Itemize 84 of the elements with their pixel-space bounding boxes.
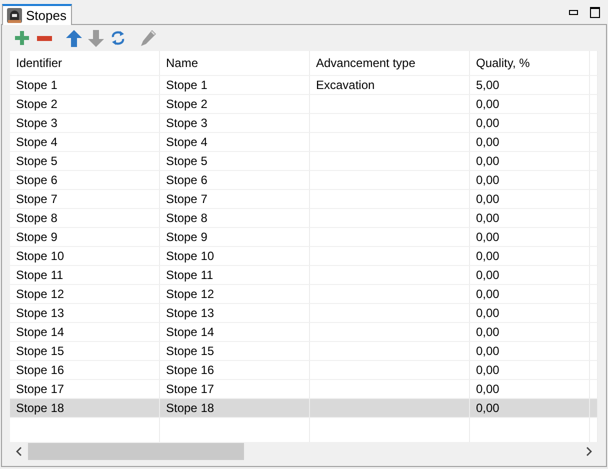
table-row[interactable]: Stope 5 Stope 5 0,00	[10, 152, 598, 171]
maximize-icon[interactable]	[590, 7, 600, 18]
table-cell: Stope 8	[160, 209, 310, 228]
table-row[interactable]: Stope 18 Stope 18 0,00	[10, 399, 598, 418]
column-header[interactable]: Identifier	[10, 51, 160, 75]
scroll-left-icon[interactable]	[16, 447, 22, 456]
table-cell: Stope 5	[10, 152, 160, 171]
column-header[interactable]: Advancement type	[310, 51, 470, 75]
column-header[interactable]: Quality, %	[470, 51, 590, 75]
table-cell: 0,00	[470, 228, 590, 247]
table-row[interactable]: Stope 7 Stope 7 0,00	[10, 190, 598, 209]
table-cell: Stope 11	[160, 266, 310, 285]
table-row[interactable]: Stope 12 Stope 12 0,00	[10, 285, 598, 304]
table-cell: Stope 4	[10, 133, 160, 152]
table-cell: Stope 12	[160, 285, 310, 304]
table-cell: Stope 1	[160, 76, 310, 95]
table-cell: 5,00	[470, 76, 590, 95]
table-cell: Stope 15	[10, 342, 160, 361]
add-icon[interactable]	[15, 31, 29, 45]
table-row[interactable]: Stope 11 Stope 11 0,00	[10, 266, 598, 285]
remove-icon[interactable]	[36, 36, 52, 40]
table-cell: 0,00	[470, 190, 590, 209]
table-cell: 0,00	[470, 361, 590, 380]
table-row[interactable]: Stope 16 Stope 16 0,00	[10, 361, 598, 380]
table-cell: Stope 7	[10, 190, 160, 209]
table-cell: 0,00	[470, 247, 590, 266]
table-cell: Stope 7	[160, 190, 310, 209]
table-row[interactable]: Stope 2 Stope 2 0,00	[10, 95, 598, 114]
table-cell: Stope 14	[160, 323, 310, 342]
table-cell: 0,00	[470, 323, 590, 342]
stopes-tab[interactable]: Stopes	[2, 4, 72, 25]
table-cell: Stope 2	[10, 95, 160, 114]
refresh-icon[interactable]	[111, 30, 125, 46]
minimize-icon[interactable]	[569, 10, 578, 15]
table-cell: 0,00	[470, 114, 590, 133]
table-row[interactable]: Stope 6 Stope 6 0,00	[10, 171, 598, 190]
column-header[interactable]: Name	[160, 51, 310, 75]
table-cell: 0,00	[470, 171, 590, 190]
table-cell: Excavation	[310, 76, 470, 95]
table-cell: Stope 11	[10, 266, 160, 285]
table-cell: Stope 9	[10, 228, 160, 247]
table-row[interactable]: Stope 1 Stope 1 Excavation 5,00	[10, 76, 598, 95]
arrow-up-icon[interactable]	[66, 30, 82, 46]
table-cell: 0,00	[470, 399, 590, 418]
table-cell: Stope 10	[160, 247, 310, 266]
table-cell: Stope 2	[160, 95, 310, 114]
table-cell: Stope 8	[10, 209, 160, 228]
table-cell: Stope 4	[160, 133, 310, 152]
tunnel-icon	[7, 8, 22, 23]
table-cell: 0,00	[470, 304, 590, 323]
table-cell: Stope 18	[160, 399, 310, 418]
table-row[interactable]: Stope 3 Stope 3 0,00	[10, 114, 598, 133]
table-row[interactable]: Stope 14 Stope 14 0,00	[10, 323, 598, 342]
table-cell: 0,00	[470, 285, 590, 304]
table-cell: 0,00	[470, 209, 590, 228]
table-row[interactable]: Stope 8 Stope 8 0,00	[10, 209, 598, 228]
table-cell: Stope 6	[10, 171, 160, 190]
scroll-right-icon[interactable]	[586, 447, 592, 456]
table-cell: 0,00	[470, 342, 590, 361]
table-cell: 0,00	[470, 133, 590, 152]
table-row[interactable]: Stope 4 Stope 4 0,00	[10, 133, 598, 152]
table-cell: Stope 1	[10, 76, 160, 95]
table-row[interactable]: Stope 9 Stope 9 0,00	[10, 228, 598, 247]
table-cell: Stope 10	[10, 247, 160, 266]
table-cell: Stope 16	[160, 361, 310, 380]
table-cell: Stope 16	[10, 361, 160, 380]
table-cell: 0,00	[470, 152, 590, 171]
table-cell: Stope 9	[160, 228, 310, 247]
table-row[interactable]: Stope 15 Stope 15 0,00	[10, 342, 598, 361]
table-cell: Stope 5	[160, 152, 310, 171]
table-cell: Stope 6	[160, 171, 310, 190]
table-row[interactable]: Stope 10 Stope 10 0,00	[10, 247, 598, 266]
table-row[interactable]: Stope 13 Stope 13 0,00	[10, 304, 598, 323]
table-cell: Stope 13	[10, 304, 160, 323]
table-cell: 0,00	[470, 266, 590, 285]
table-cell: Stope 3	[160, 114, 310, 133]
table-cell: Stope 3	[10, 114, 160, 133]
table-cell: Stope 18	[10, 399, 160, 418]
table-cell: Stope 14	[10, 323, 160, 342]
table-cell: 0,00	[470, 95, 590, 114]
scrollbar-thumb[interactable]	[28, 443, 244, 460]
table-cell: Stope 13	[160, 304, 310, 323]
table-cell: Stope 15	[160, 342, 310, 361]
table-cell: Stope 12	[10, 285, 160, 304]
